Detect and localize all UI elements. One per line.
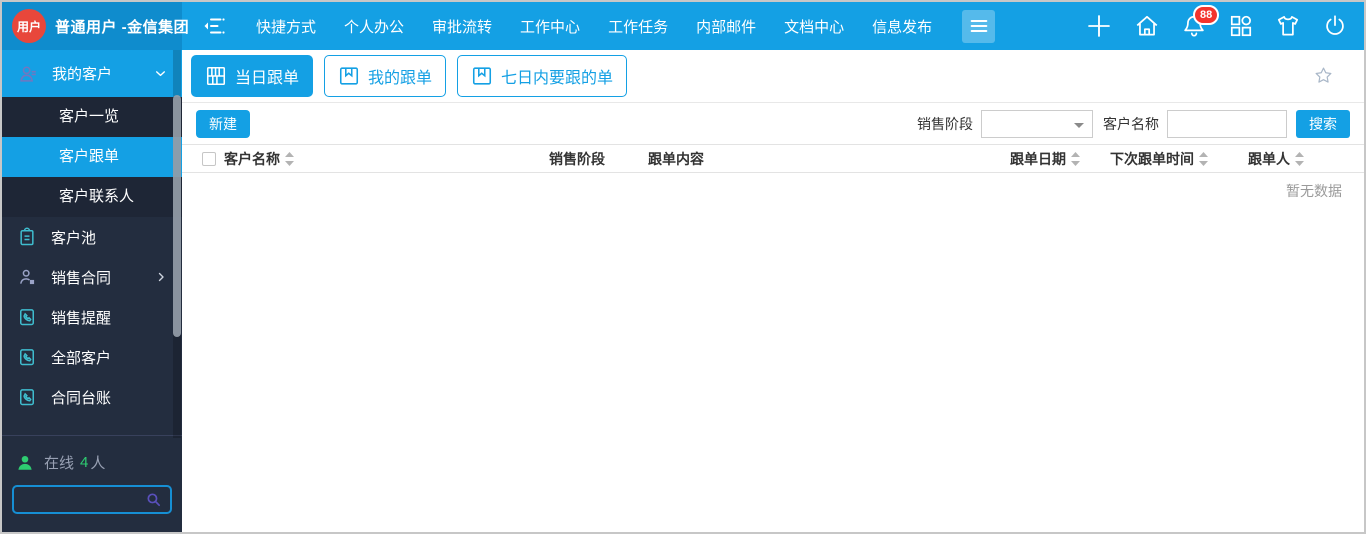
plus-icon[interactable] (1085, 12, 1113, 40)
nav-item-document-center[interactable]: 文档中心 (770, 16, 858, 37)
sidebar-submenu: 客户一览 客户跟单 客户联系人 (2, 97, 182, 217)
nav-item-personal-office[interactable]: 个人办公 (330, 16, 418, 37)
sidebar-item-label: 销售合同 (51, 269, 112, 287)
clipboard-icon (20, 227, 34, 246)
app-window: 用户 普通用户 -金信集团 快捷方式 个人办公 审批流转 工作中心 工作任务 内… (0, 0, 1366, 534)
chevron-right-icon (158, 272, 164, 282)
topbar: 用户 普通用户 -金信集团 快捷方式 个人办公 审批流转 工作中心 工作任务 内… (2, 2, 1364, 50)
tab-seven-day-followups[interactable]: 七日内要跟的单 (457, 55, 628, 97)
tab-my-followups[interactable]: 我的跟单 (324, 55, 447, 97)
hamburger-icon[interactable] (962, 9, 996, 43)
sidebar-item-sales-contract[interactable]: 销售合同 (2, 257, 182, 297)
sidebar-group-label: 我的客户 (52, 66, 113, 83)
menu-fold-icon[interactable] (202, 14, 226, 38)
phone-book-icon (20, 309, 34, 326)
quick-tab-row: 当日跟单 我的跟单 七日内要跟的单 (182, 50, 1364, 103)
main-content: 当日跟单 我的跟单 七日内要跟的单 新建 销售阶段 客户名称 搜索 客户名称 销… (182, 50, 1364, 532)
bookmark-book-icon (473, 67, 492, 85)
sidebar-item-customer-follow[interactable]: 客户跟单 (2, 137, 182, 177)
list-toolbar: 新建 销售阶段 客户名称 搜索 (182, 103, 1364, 144)
tab-today-followups[interactable]: 当日跟单 (191, 55, 314, 97)
apps-grid-icon[interactable] (1228, 13, 1254, 39)
tshirt-icon[interactable] (1275, 13, 1301, 39)
sidebar-item-all-customers[interactable]: 全部客户 (2, 337, 182, 377)
table-body-empty-area (182, 201, 1364, 532)
sidebar-group-my-customers[interactable]: 我的客户 (2, 50, 182, 97)
nav-item-info-publish[interactable]: 信息发布 (858, 16, 946, 37)
select-all-checkbox[interactable] (202, 152, 216, 166)
stage-filter-label: 销售阶段 (917, 115, 973, 132)
chevron-down-icon (156, 71, 165, 77)
sidebar: 我的客户 客户一览 客户跟单 客户联系人 客户池 销售合同 销售提醒 全部客户 … (2, 50, 182, 532)
column-header-follow-content: 跟单内容 (648, 145, 704, 173)
online-label: 在线 (44, 455, 75, 472)
column-label: 下次跟单时间 (1110, 151, 1194, 167)
nav-item-approval-flow[interactable]: 审批流转 (418, 16, 506, 37)
magnifier-icon[interactable] (145, 491, 162, 508)
sort-icon[interactable] (1295, 152, 1304, 166)
topbar-actions: 88 (1085, 5, 1364, 40)
filters: 销售阶段 客户名称 搜索 (917, 109, 1350, 138)
sidebar-item-label: 销售提醒 (51, 309, 112, 327)
sort-icon[interactable] (285, 152, 294, 166)
customer-name-label: 客户名称 (1103, 115, 1159, 132)
sort-icon[interactable] (1199, 152, 1208, 166)
person-contract-icon (20, 269, 35, 285)
sidebar-item-label: 合同台账 (51, 389, 112, 407)
column-header-sales-stage: 销售阶段 (549, 145, 605, 173)
column-header-customer-name[interactable]: 客户名称 (224, 145, 294, 173)
sidebar-item-customer-contacts[interactable]: 客户联系人 (2, 177, 182, 217)
column-label: 跟单人 (1248, 151, 1290, 167)
online-count: 4 (80, 454, 89, 471)
bell-icon[interactable]: 88 (1181, 5, 1220, 39)
sidebar-item-contract-ledger[interactable]: 合同台账 (2, 377, 182, 417)
sidebar-scrollbar-thumb[interactable] (173, 95, 181, 337)
column-header-follow-date[interactable]: 跟单日期 (1010, 145, 1080, 173)
bookshelf-icon (206, 66, 226, 86)
sidebar-item-sales-reminder[interactable]: 销售提醒 (2, 297, 182, 337)
power-icon[interactable] (1322, 13, 1348, 39)
sidebar-item-customer-pool[interactable]: 客户池 (2, 217, 182, 257)
user-avatar-badge: 用户 (12, 9, 46, 43)
bookmark-book-icon (339, 67, 359, 85)
column-label: 销售阶段 (549, 151, 605, 167)
nav-item-work-center[interactable]: 工作中心 (506, 16, 594, 37)
nav-item-work-tasks[interactable]: 工作任务 (594, 16, 682, 37)
online-status: 在线 4 人 (2, 436, 182, 477)
phone-book-icon (20, 389, 34, 406)
column-header-follower[interactable]: 跟单人 (1248, 145, 1304, 173)
tab-label: 当日跟单 (235, 70, 300, 87)
stage-filter-select[interactable] (981, 109, 1093, 138)
star-icon[interactable] (1313, 65, 1334, 86)
tab-label: 七日内要跟的单 (501, 70, 614, 87)
account-name: 普通用户 -金信集团 (55, 18, 190, 36)
person-icon (20, 65, 36, 82)
customer-name-input[interactable] (1167, 109, 1287, 138)
empty-state-text: 暂无数据 (1286, 183, 1342, 199)
sort-icon[interactable] (1071, 152, 1080, 166)
phone-book-icon (20, 349, 34, 366)
new-button[interactable]: 新建 (196, 109, 250, 138)
search-button[interactable]: 搜索 (1296, 109, 1350, 138)
main-nav: 快捷方式 个人办公 审批流转 工作中心 工作任务 内部邮件 文档中心 信息发布 (242, 16, 946, 37)
nav-item-shortcuts[interactable]: 快捷方式 (242, 16, 330, 37)
nav-item-internal-mail[interactable]: 内部邮件 (682, 16, 770, 37)
sidebar-item-customer-overview[interactable]: 客户一览 (2, 97, 182, 137)
column-header-next-follow-time[interactable]: 下次跟单时间 (1110, 145, 1208, 173)
user-account-area[interactable]: 用户 普通用户 -金信集团 (2, 2, 189, 50)
tab-label: 我的跟单 (368, 70, 433, 87)
column-label: 跟单日期 (1010, 151, 1066, 167)
select-caret-icon (1074, 122, 1084, 133)
notification-badge: 88 (1193, 5, 1220, 25)
online-person-icon (18, 455, 32, 470)
table-header: 客户名称 销售阶段 跟单内容 跟单日期 下次跟单时间 跟单人 (182, 144, 1364, 173)
online-unit: 人 (90, 455, 106, 472)
sidebar-search (12, 485, 172, 514)
column-label: 跟单内容 (648, 151, 704, 167)
sidebar-item-label: 客户池 (51, 229, 97, 247)
column-label: 客户名称 (224, 151, 280, 167)
sidebar-item-label: 全部客户 (51, 349, 112, 367)
home-icon[interactable] (1134, 13, 1160, 39)
